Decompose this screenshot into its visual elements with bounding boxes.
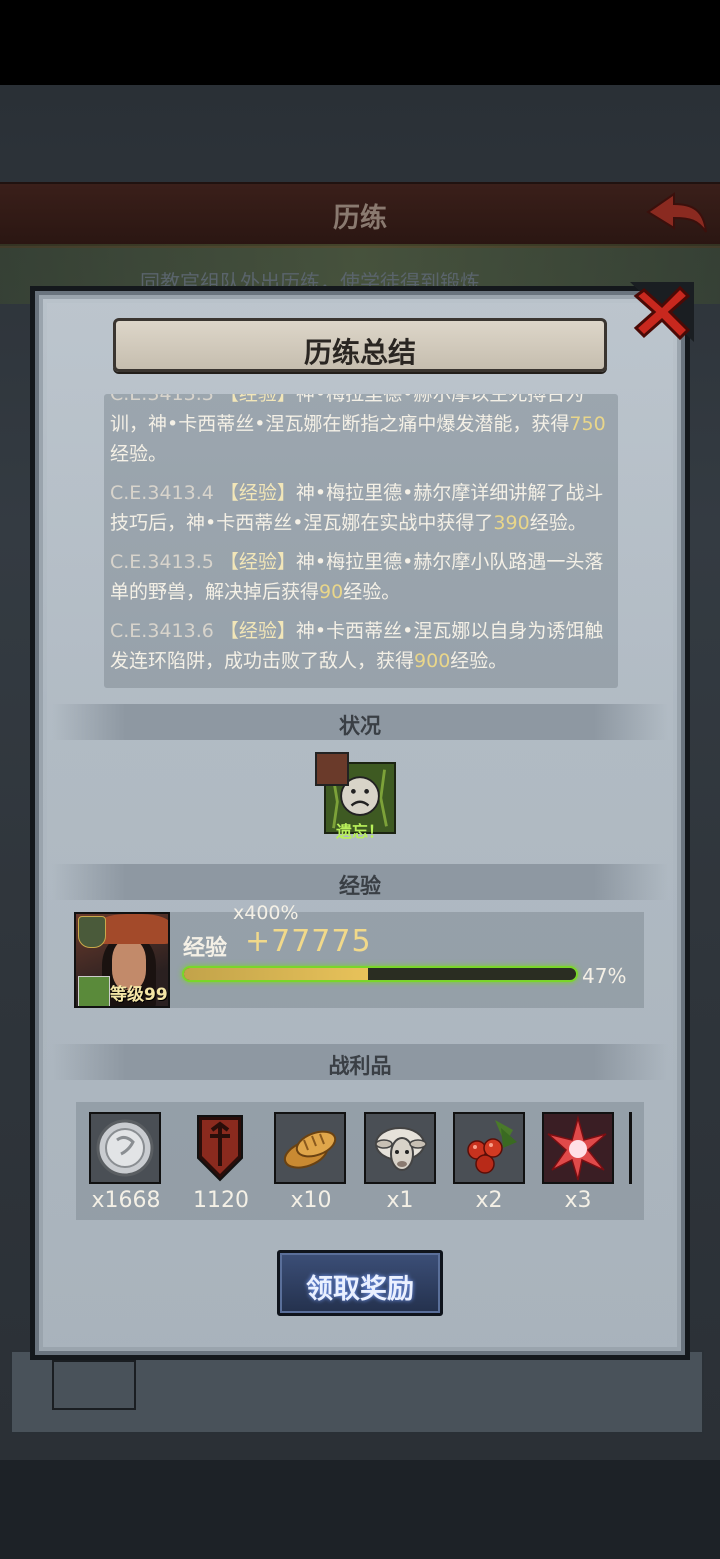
loot-scroll-edge	[629, 1112, 632, 1184]
log-unit: 经验。	[529, 512, 587, 534]
log-tag: 【经验】	[219, 482, 296, 504]
berries-icon	[467, 1120, 517, 1174]
log-list: C.E.3413.3 【经验】神•梅拉里德•赫尔摩以生死搏台为训，神•卡西蒂丝•…	[104, 394, 618, 685]
loot-item-sheep[interactable]	[364, 1112, 436, 1184]
dialog-title: 历练总结	[303, 336, 416, 369]
log-tag: 【经验】	[219, 551, 296, 573]
sheep-icon	[375, 1127, 427, 1171]
log-unit: 经验。	[450, 650, 508, 672]
log-unit: 经验。	[110, 443, 168, 465]
log-entry: C.E.3413.3 【经验】神•梅拉里德•赫尔摩以生死搏台为训，神•卡西蒂丝•…	[104, 394, 618, 469]
dialog-title-plate: 历练总结	[113, 318, 607, 372]
exp-multiplier: x400%	[233, 902, 299, 924]
log-amount: 90	[319, 581, 344, 603]
status-effect-label: 遗忘！	[335, 822, 384, 841]
red-banner-icon	[197, 1115, 243, 1182]
rank-badge-icon	[78, 916, 106, 948]
close-icon[interactable]	[630, 282, 694, 342]
log-date: C.E.3413.5	[110, 551, 214, 573]
character-level: 等级99	[110, 985, 168, 1005]
portrait-hat	[96, 914, 168, 944]
loot-count: x1	[386, 1188, 414, 1213]
class-icon	[78, 976, 110, 1006]
claim-reward-button[interactable]: 领取奖励	[277, 1250, 443, 1316]
loot-item-banner[interactable]	[184, 1112, 256, 1184]
log-tag: 【经验】	[219, 394, 296, 405]
exp-section-label: 经验	[339, 874, 381, 898]
log-entry: C.E.3413.6 【经验】神•卡西蒂丝•涅瓦娜以自身为诱饵触发连环陷阱，成功…	[104, 616, 618, 676]
red-crystal-icon	[544, 1114, 612, 1182]
claim-reward-label: 领取奖励	[306, 1274, 414, 1305]
loot-item-crystal[interactable]	[542, 1112, 614, 1184]
log-amount: 390	[493, 512, 530, 534]
exp-progress-bar	[182, 966, 578, 982]
log-tag: 【经验】	[219, 620, 296, 642]
status-bar-area	[0, 0, 720, 85]
log-date: C.E.3413.3	[110, 394, 214, 405]
loot-count: 1120	[193, 1188, 249, 1213]
loot-count: x10	[290, 1188, 332, 1213]
status-section-label: 状况	[339, 714, 381, 738]
exp-progress-fill	[184, 968, 369, 980]
back-arrow-icon[interactable]	[644, 190, 710, 236]
log-date: C.E.3413.6	[110, 620, 214, 642]
loot-section-label: 战利品	[328, 1054, 392, 1078]
log-amount: 750	[569, 413, 606, 435]
background-slot	[52, 1360, 136, 1410]
loot-item-coin[interactable]	[89, 1112, 161, 1184]
log-amount: 900	[414, 650, 451, 672]
log-unit: 经验。	[343, 581, 401, 603]
exp-progress-percent: 47%	[582, 964, 627, 988]
log-entry: C.E.3413.5 【经验】神•梅拉里德•赫尔摩小队路遇一头落单的野兽，解决掉…	[104, 547, 618, 607]
log-entry: C.E.3413.4 【经验】神•梅拉里德•赫尔摩详细讲解了战斗技巧后，神•卡西…	[104, 478, 618, 538]
loot-count: x3	[564, 1188, 592, 1213]
background-bottom	[0, 1460, 720, 1559]
silver-coin-icon	[96, 1119, 154, 1177]
loot-item-berries[interactable]	[453, 1112, 525, 1184]
character-mini-avatar	[315, 752, 349, 786]
loot-count: x1668	[91, 1188, 161, 1213]
exp-gain-value: +77775	[245, 924, 372, 959]
log-date: C.E.3413.4	[110, 482, 214, 504]
loot-count: x2	[475, 1188, 503, 1213]
background-title: 历练	[333, 203, 387, 234]
bread-icon	[283, 1130, 337, 1169]
training-log[interactable]: C.E.3413.3 【经验】神•梅拉里德•赫尔摩以生死搏台为训，神•卡西蒂丝•…	[104, 394, 618, 688]
exp-label: 经验	[183, 936, 228, 961]
loot-item-bread[interactable]	[274, 1112, 346, 1184]
